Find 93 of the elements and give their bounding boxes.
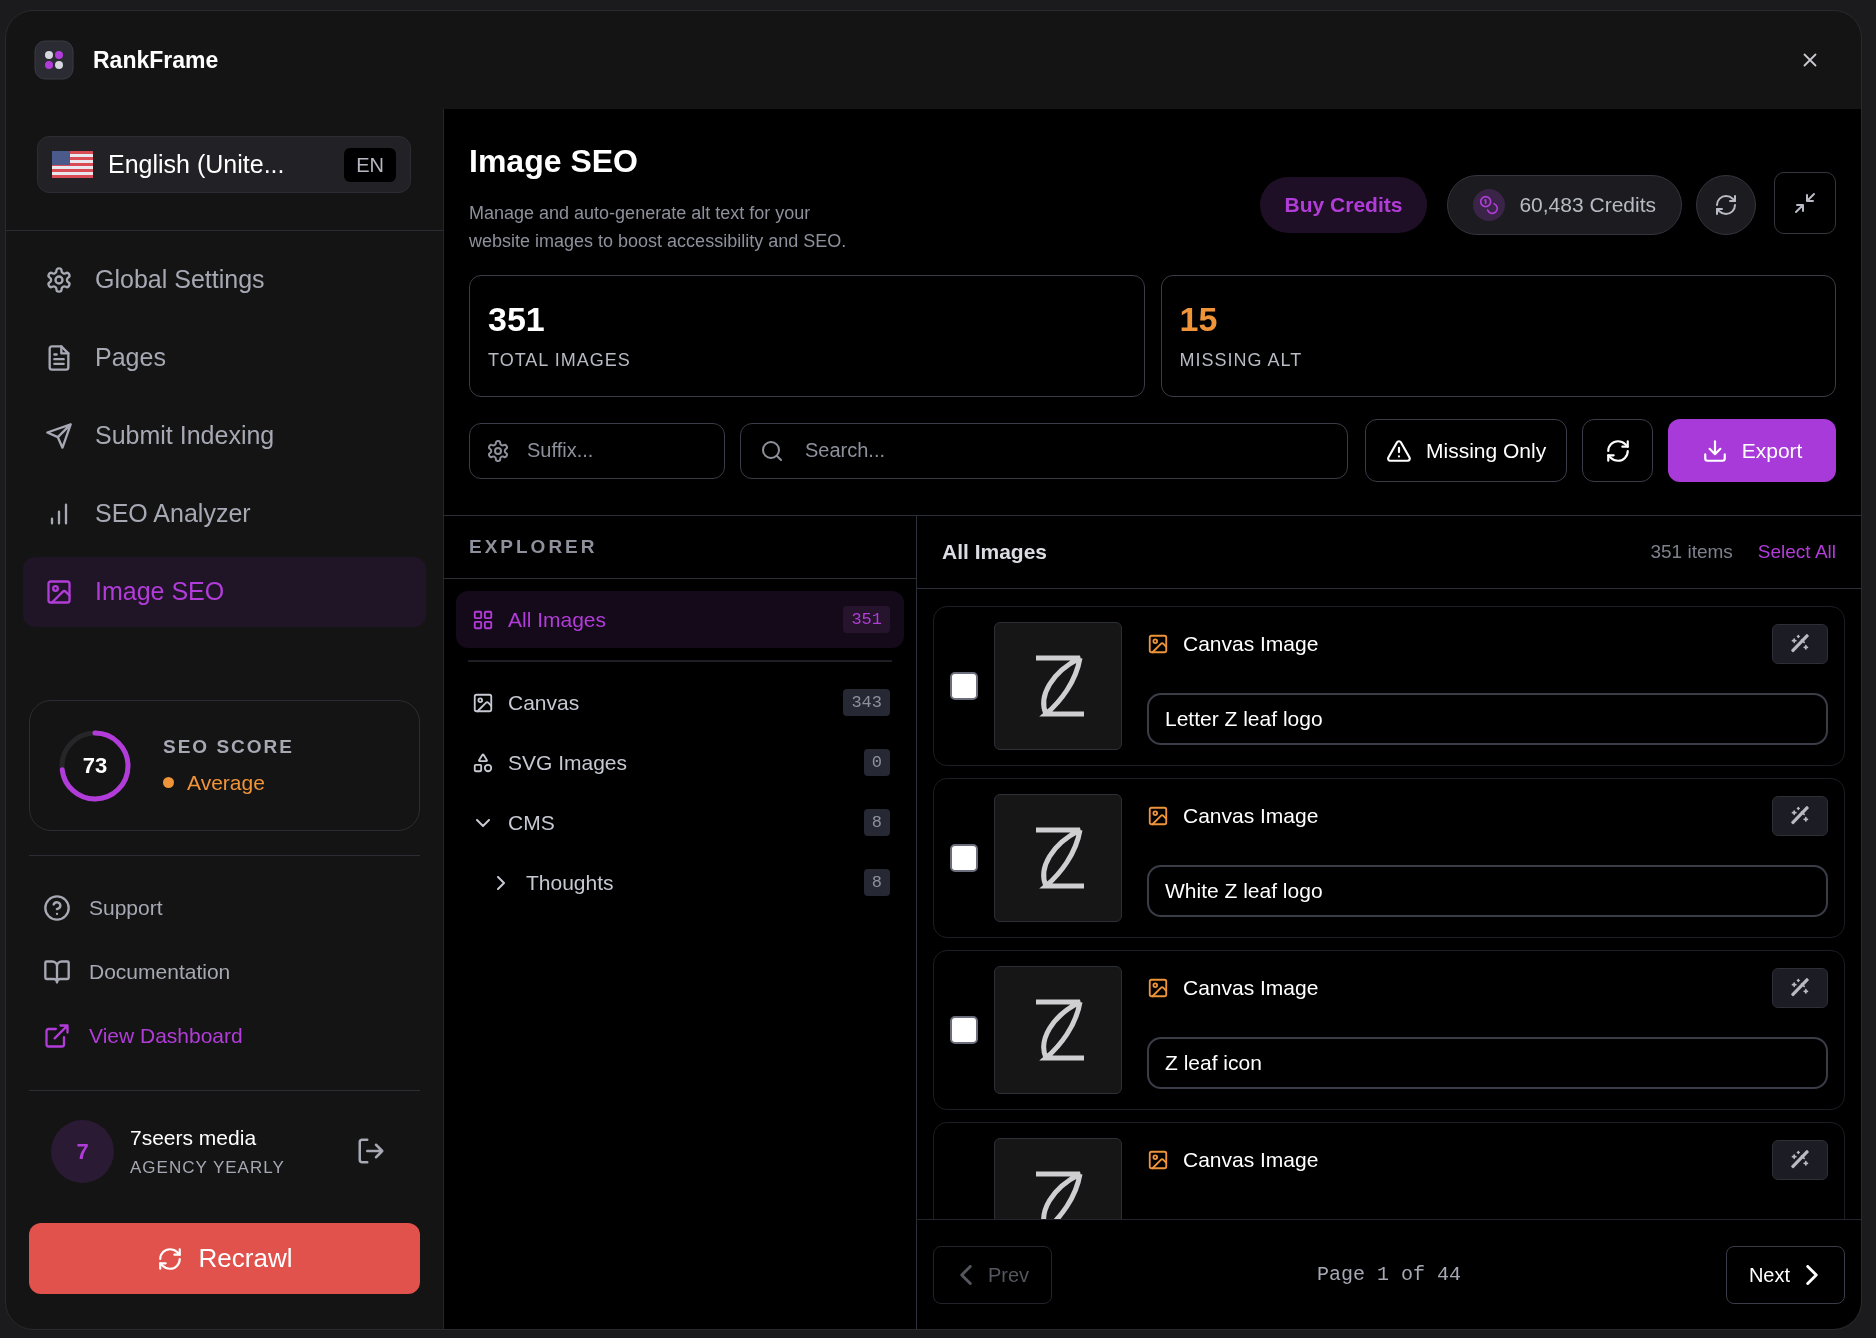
download-icon (1701, 437, 1728, 464)
next-button[interactable]: Next (1725, 1245, 1845, 1304)
checkbox[interactable] (950, 672, 978, 700)
count-badge: 0 (863, 748, 890, 777)
refresh-icon (156, 1245, 183, 1272)
search-icon (760, 438, 784, 463)
image-type: Canvas Image (1183, 631, 1320, 658)
generate-alt-button[interactable] (1772, 624, 1828, 664)
search-field[interactable]: Search... (740, 422, 1348, 479)
item-count: 351 items (1650, 539, 1733, 564)
generate-alt-button[interactable] (1772, 968, 1828, 1008)
nav-item[interactable]: Pages (23, 323, 426, 393)
sidebar-link[interactable]: Support (29, 876, 420, 940)
image-icon (472, 691, 494, 714)
suffix-field[interactable]: Suffix... (469, 422, 725, 479)
refresh-button[interactable] (1582, 419, 1654, 482)
missing-only-button[interactable]: Missing Only (1365, 419, 1568, 482)
image-icon (1147, 977, 1169, 999)
account-name: 7seers media (130, 1124, 258, 1151)
flag-icon (52, 151, 93, 178)
tree-item[interactable]: CMS 8 (456, 794, 904, 851)
gear-icon (486, 438, 510, 463)
page-indicator: Page 1 of 44 (1317, 1261, 1461, 1288)
score-label: SEO SCORE (163, 734, 294, 759)
generate-alt-button[interactable] (1772, 796, 1828, 836)
stat-label: TOTAL IMAGES (488, 349, 632, 372)
explorer-heading: EXPLORER (469, 534, 598, 559)
page-description: Manage and auto-generate alt text for your website images to boost accessibility and SEO. (469, 202, 848, 253)
alt-text-field[interactable]: Letter Z leaf logo (1147, 693, 1828, 745)
credits-text: 60,483 Credits (1519, 192, 1656, 219)
magic-wand-icon (1790, 1150, 1810, 1170)
refresh-icon (1604, 437, 1631, 464)
nav-item[interactable]: SEO Analyzer (23, 479, 426, 549)
chevron-down-icon (476, 818, 490, 827)
image-type: Canvas Image (1183, 975, 1320, 1002)
refresh-icon (1714, 193, 1738, 217)
stat-value: 351 (488, 299, 546, 340)
avatar: 7 (51, 1119, 114, 1183)
paper-plane-icon (45, 422, 73, 450)
external-link-icon (43, 1022, 71, 1050)
alt-text-field[interactable]: White Z leaf logo (1147, 865, 1828, 917)
stat-label: MISSING ALT (1179, 349, 1304, 372)
recrawl-button[interactable]: Recrawl (29, 1223, 420, 1294)
image-icon (1147, 1149, 1169, 1171)
tree-item[interactable]: SVG Images 0 (456, 734, 904, 791)
book-icon (43, 958, 71, 986)
language-code: EN (344, 147, 396, 182)
stat-value: 15 (1179, 299, 1219, 340)
page-title: Image SEO (469, 142, 639, 181)
app-logo-icon (34, 40, 74, 80)
gear-icon (45, 266, 73, 294)
count-badge: 351 (843, 605, 890, 634)
alt-text-field[interactable]: Z leaf icon (1147, 1037, 1828, 1089)
tree-item[interactable]: Canvas 343 (456, 674, 904, 731)
grid-icon (472, 608, 494, 631)
select-all-link[interactable]: Select All (1757, 537, 1836, 567)
score-rating: Average (187, 770, 265, 796)
app-name: RankFrame (93, 45, 219, 75)
shrink-icon (1793, 191, 1817, 215)
checkbox[interactable] (950, 844, 978, 872)
language-selector[interactable]: English (Unite... EN (37, 136, 411, 193)
logout-icon (356, 1136, 386, 1166)
export-button[interactable]: Export (1668, 419, 1836, 482)
image-icon (1147, 805, 1169, 827)
tree-item[interactable]: All Images 351 (456, 591, 904, 648)
count-badge: 343 (843, 688, 890, 717)
sidebar-link[interactable]: View Dashboard (29, 1004, 420, 1068)
question-icon (43, 894, 71, 922)
sidebar-link[interactable]: Documentation (29, 940, 420, 1004)
score-value: 73 (81, 752, 109, 780)
nav-item[interactable]: Image SEO (23, 557, 426, 627)
nav-item[interactable]: Submit Indexing (23, 401, 426, 471)
count-badge: 8 (863, 808, 890, 837)
magic-wand-icon (1790, 978, 1810, 998)
coins-icon (1479, 195, 1500, 215)
image-type: Canvas Image (1183, 803, 1320, 830)
shapes-icon (472, 751, 494, 774)
generate-alt-button[interactable] (1772, 1140, 1828, 1180)
minimize-button[interactable] (1774, 172, 1836, 234)
image-icon (45, 578, 73, 606)
checkbox[interactable] (950, 1016, 978, 1044)
magic-wand-icon (1790, 634, 1810, 654)
tree-item[interactable]: Thoughts 8 (456, 854, 904, 911)
warning-icon (1386, 437, 1412, 464)
account-plan: AGENCY YEARLY (130, 1157, 286, 1179)
image-icon (1147, 633, 1169, 655)
count-badge: 8 (863, 868, 890, 897)
buy-credits-button[interactable]: Buy Credits (1259, 177, 1428, 233)
list-title: All Images (942, 539, 1048, 566)
magic-wand-icon (1790, 806, 1810, 826)
image-type: Canvas Image (1183, 1147, 1320, 1174)
nav-item[interactable]: Global Settings (23, 245, 426, 315)
chevron-right-icon (497, 875, 505, 890)
